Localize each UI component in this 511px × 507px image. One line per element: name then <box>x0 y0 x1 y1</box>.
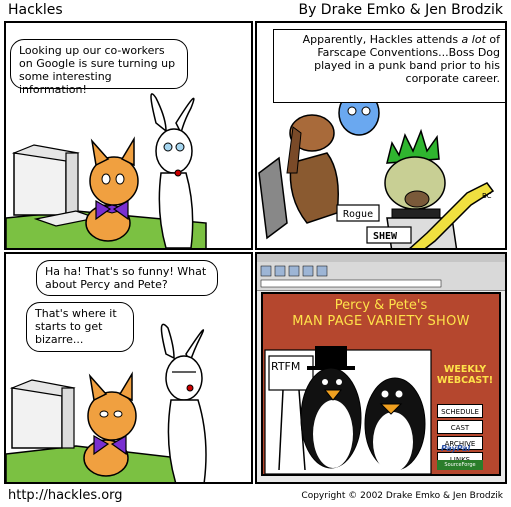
bubble-text-1: Ha ha! That's so funny! What about Percy… <box>45 265 207 291</box>
computer-monitor <box>13 152 67 216</box>
nav-cast-button[interactable]: CAST <box>437 420 483 434</box>
panel-1: Looking up our co-workers on Google is s… <box>4 21 253 250</box>
sign-shew-text: SHEW <box>373 231 398 242</box>
sign-rogue-text: Rogue <box>343 209 373 220</box>
comic-footer: http://hackles.org Copyright © 2002 Drak… <box>0 486 511 507</box>
bubble-text: Looking up our co-workers on Google is s… <box>19 44 176 96</box>
guitar-label: BC <box>482 192 492 200</box>
boss-dog <box>286 114 339 224</box>
hackles-cat <box>83 371 137 477</box>
site-url[interactable]: http://hackles.org <box>8 488 123 503</box>
panel-2: BC Rogue SHEW Apparently, Hackles attend… <box>255 21 507 250</box>
speech-bubble-1: Ha ha! That's so funny! What about Percy… <box>36 260 218 296</box>
panel-4: Percy & Pete's MAN PAGE VARIETY SHOW RTF… <box>255 252 507 484</box>
paypal-logo[interactable]: PayPal <box>441 444 470 453</box>
top-hat <box>315 346 347 368</box>
comic-header: Hackles By Drake Emko & Jen Brodzik <box>0 0 511 20</box>
panel-3: Ha ha! That's so funny! What about Percy… <box>4 252 253 484</box>
caption-emphasis: a lot <box>461 33 486 46</box>
copyright: Copyright © 2002 Drake Emko & Jen Brodzi… <box>301 491 503 501</box>
comic-title: Hackles <box>8 2 63 18</box>
hackles-cat <box>85 136 139 242</box>
nav-schedule-button[interactable]: SCHEDULE <box>437 404 483 418</box>
caption-text-b: of <box>485 33 500 46</box>
caption-text-c: Farscape Conventions...Boss Dog played i… <box>314 46 500 85</box>
weekly-webcast-label: WEEKLY WEBCAST! <box>436 364 494 386</box>
speech-bubble-2: That's where it starts to get bizarre... <box>26 302 134 352</box>
computer-monitor <box>11 387 63 449</box>
sourceforge-badge[interactable]: SourceForge <box>437 460 483 470</box>
speech-bubble: Looking up our co-workers on Google is s… <box>10 39 188 96</box>
comic-authors: By Drake Emko & Jen Brodzik <box>298 2 503 18</box>
narration-caption: Apparently, Hackles attends a lot of Far… <box>273 29 505 103</box>
office-chair <box>258 156 288 240</box>
rtfm-text: RTFM <box>271 360 300 373</box>
caption-text-a: Apparently, Hackles attends <box>302 33 462 46</box>
bubble-text-2: That's where it starts to get bizarre... <box>35 307 117 346</box>
browser-toolbar <box>257 254 505 291</box>
